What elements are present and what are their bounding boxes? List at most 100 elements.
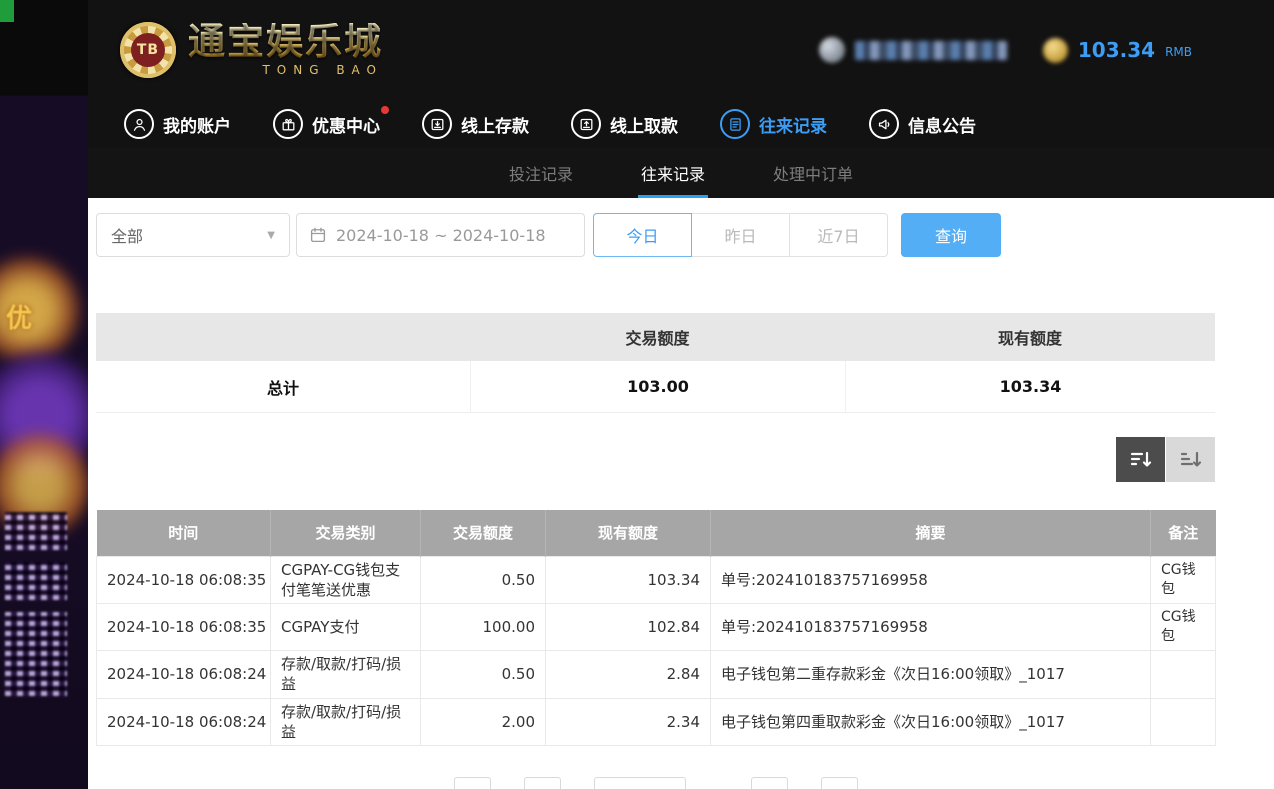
last7days-button[interactable]: 近7日 [789, 213, 888, 257]
date-range-picker[interactable]: 2024-10-18 ~ 2024-10-18 [296, 213, 585, 257]
summary-total-transaction: 103.00 [470, 361, 845, 412]
site-logo[interactable]: TB 通宝娱乐城 TONG BAO [120, 22, 383, 78]
col-note: 备注 [1151, 510, 1216, 556]
sort-ascending-button[interactable] [1166, 437, 1215, 482]
pagination [96, 777, 1215, 789]
cell-type: CGPAY-CG钱包支付笔笔送优惠 [271, 556, 421, 604]
cell-note [1151, 651, 1216, 699]
nav-label: 优惠中心 [312, 112, 380, 137]
nav-label: 线上取款 [610, 112, 678, 137]
cell-amount: 0.50 [421, 556, 546, 604]
date-range-value: 2024-10-18 ~ 2024-10-18 [336, 226, 546, 245]
table-row: 2024-10-18 06:08:35 CGPAY支付 100.00 102.8… [97, 604, 1216, 651]
cell-summary: 电子钱包第四重取款彩金《次日16:00领取》_1017 [711, 698, 1151, 746]
nav-item-online-deposit[interactable]: 线上存款 [422, 109, 529, 139]
nav-item-online-withdraw[interactable]: 线上取款 [571, 109, 678, 139]
desktop-corner-tag [0, 0, 14, 22]
cell-balance: 2.34 [546, 698, 711, 746]
username-blurred [855, 41, 1007, 60]
user-icon [124, 109, 154, 139]
nav-item-transaction-records[interactable]: 往来记录 [720, 109, 827, 139]
filter-row: 全部 ▼ 2024-10-18 ~ 2024-10-18 今日 昨日 近7日 查… [96, 213, 1215, 257]
logo-title: 通宝娱乐城 [188, 23, 383, 62]
records-table: 时间 交易类别 交易额度 现有额度 摘要 备注 2024-10-18 06:08… [96, 510, 1216, 746]
nav-label: 信息公告 [908, 112, 976, 137]
withdraw-icon [571, 109, 601, 139]
cell-amount: 0.50 [421, 651, 546, 699]
query-button[interactable]: 查询 [901, 213, 1001, 257]
cell-type: CGPAY支付 [271, 604, 421, 651]
col-type: 交易类别 [271, 510, 421, 556]
col-time: 时间 [97, 510, 271, 556]
summary-col-transaction: 交易额度 [470, 325, 845, 349]
tab-transaction-records[interactable]: 往来记录 [638, 148, 708, 198]
user-avatar[interactable] [819, 37, 845, 63]
nav-label: 我的账户 [163, 112, 231, 137]
cell-balance: 2.84 [546, 651, 711, 699]
page-button[interactable] [751, 777, 788, 789]
nav-item-promotions[interactable]: 优惠中心 [273, 109, 380, 139]
summary-col-balance: 现有额度 [845, 325, 1215, 349]
deposit-icon [422, 109, 452, 139]
site-window: TB 通宝娱乐城 TONG BAO 103.34 RMB [88, 0, 1274, 789]
background-qr-pattern [5, 612, 67, 696]
balance-currency: RMB [1165, 45, 1192, 59]
user-area: 103.34 RMB [819, 37, 1192, 63]
tab-processing-orders[interactable]: 处理中订单 [770, 148, 856, 198]
cell-note: CG钱包 [1151, 604, 1216, 651]
cell-time: 2024-10-18 06:08:35 [97, 556, 271, 604]
cell-type: 存款/取款/打码/损益 [271, 651, 421, 699]
gift-icon [273, 109, 303, 139]
page-size-select[interactable] [594, 777, 686, 789]
table-row: 2024-10-18 06:08:24 存款/取款/打码/损益 0.50 2.8… [97, 651, 1216, 699]
summary-header-row: 交易额度 现有额度 [96, 313, 1215, 361]
cell-type: 存款/取款/打码/损益 [271, 698, 421, 746]
col-amount: 交易额度 [421, 510, 546, 556]
col-balance: 现有额度 [546, 510, 711, 556]
logo-text: 通宝娱乐城 TONG BAO [188, 23, 383, 76]
summary-total-balance: 103.34 [845, 361, 1215, 412]
cell-summary: 单号:202410183757169958 [711, 604, 1151, 651]
today-button[interactable]: 今日 [593, 213, 692, 257]
notification-dot [381, 106, 389, 114]
background-qr-pattern [5, 562, 67, 600]
calendar-icon [309, 226, 327, 244]
cell-balance: 102.84 [546, 604, 711, 651]
cell-note [1151, 698, 1216, 746]
yesterday-button[interactable]: 昨日 [691, 213, 790, 257]
col-summary: 摘要 [711, 510, 1151, 556]
site-header: TB 通宝娱乐城 TONG BAO 103.34 RMB [88, 0, 1274, 100]
coin-icon [1043, 38, 1068, 63]
sub-tabbar: 投注记录 往来记录 处理中订单 [88, 148, 1274, 198]
sort-buttons [96, 437, 1215, 482]
page-prev-button[interactable] [454, 777, 491, 789]
chip-label: TB [131, 33, 165, 67]
background-qr-pattern [5, 512, 67, 550]
chevron-down-icon: ▼ [267, 230, 275, 241]
cell-summary: 电子钱包第二重存款彩金《次日16:00领取》_1017 [711, 651, 1151, 699]
cell-time: 2024-10-18 06:08:24 [97, 698, 271, 746]
summary-total-label: 总计 [96, 375, 470, 399]
cell-summary: 单号:202410183757169958 [711, 556, 1151, 604]
desktop-background-strip: 优 [0, 0, 88, 789]
nav-item-my-account[interactable]: 我的账户 [124, 109, 231, 139]
cell-note: CG钱包 [1151, 556, 1216, 604]
quick-range-group: 今日 昨日 近7日 [593, 213, 888, 257]
cell-amount: 100.00 [421, 604, 546, 651]
nav-item-announcements[interactable]: 信息公告 [869, 109, 976, 139]
page-button[interactable] [524, 777, 561, 789]
table-row: 2024-10-18 06:08:24 存款/取款/打码/损益 2.00 2.3… [97, 698, 1216, 746]
page-content: 全部 ▼ 2024-10-18 ~ 2024-10-18 今日 昨日 近7日 查… [88, 198, 1274, 789]
type-select[interactable]: 全部 ▼ [96, 213, 290, 257]
logo-subtitle: TONG BAO [188, 64, 383, 77]
tab-betting-records[interactable]: 投注记录 [506, 148, 576, 198]
nav-label: 往来记录 [759, 112, 827, 137]
cell-time: 2024-10-18 06:08:35 [97, 604, 271, 651]
page-next-button[interactable] [821, 777, 858, 789]
poker-chip-icon: TB [120, 22, 176, 78]
type-select-value: 全部 [111, 223, 143, 247]
background-glyph: 优 [6, 298, 32, 335]
main-nav: 我的账户 优惠中心 线上存款 线上取款 [88, 100, 1274, 148]
sort-descending-button[interactable] [1116, 437, 1165, 482]
cell-balance: 103.34 [546, 556, 711, 604]
